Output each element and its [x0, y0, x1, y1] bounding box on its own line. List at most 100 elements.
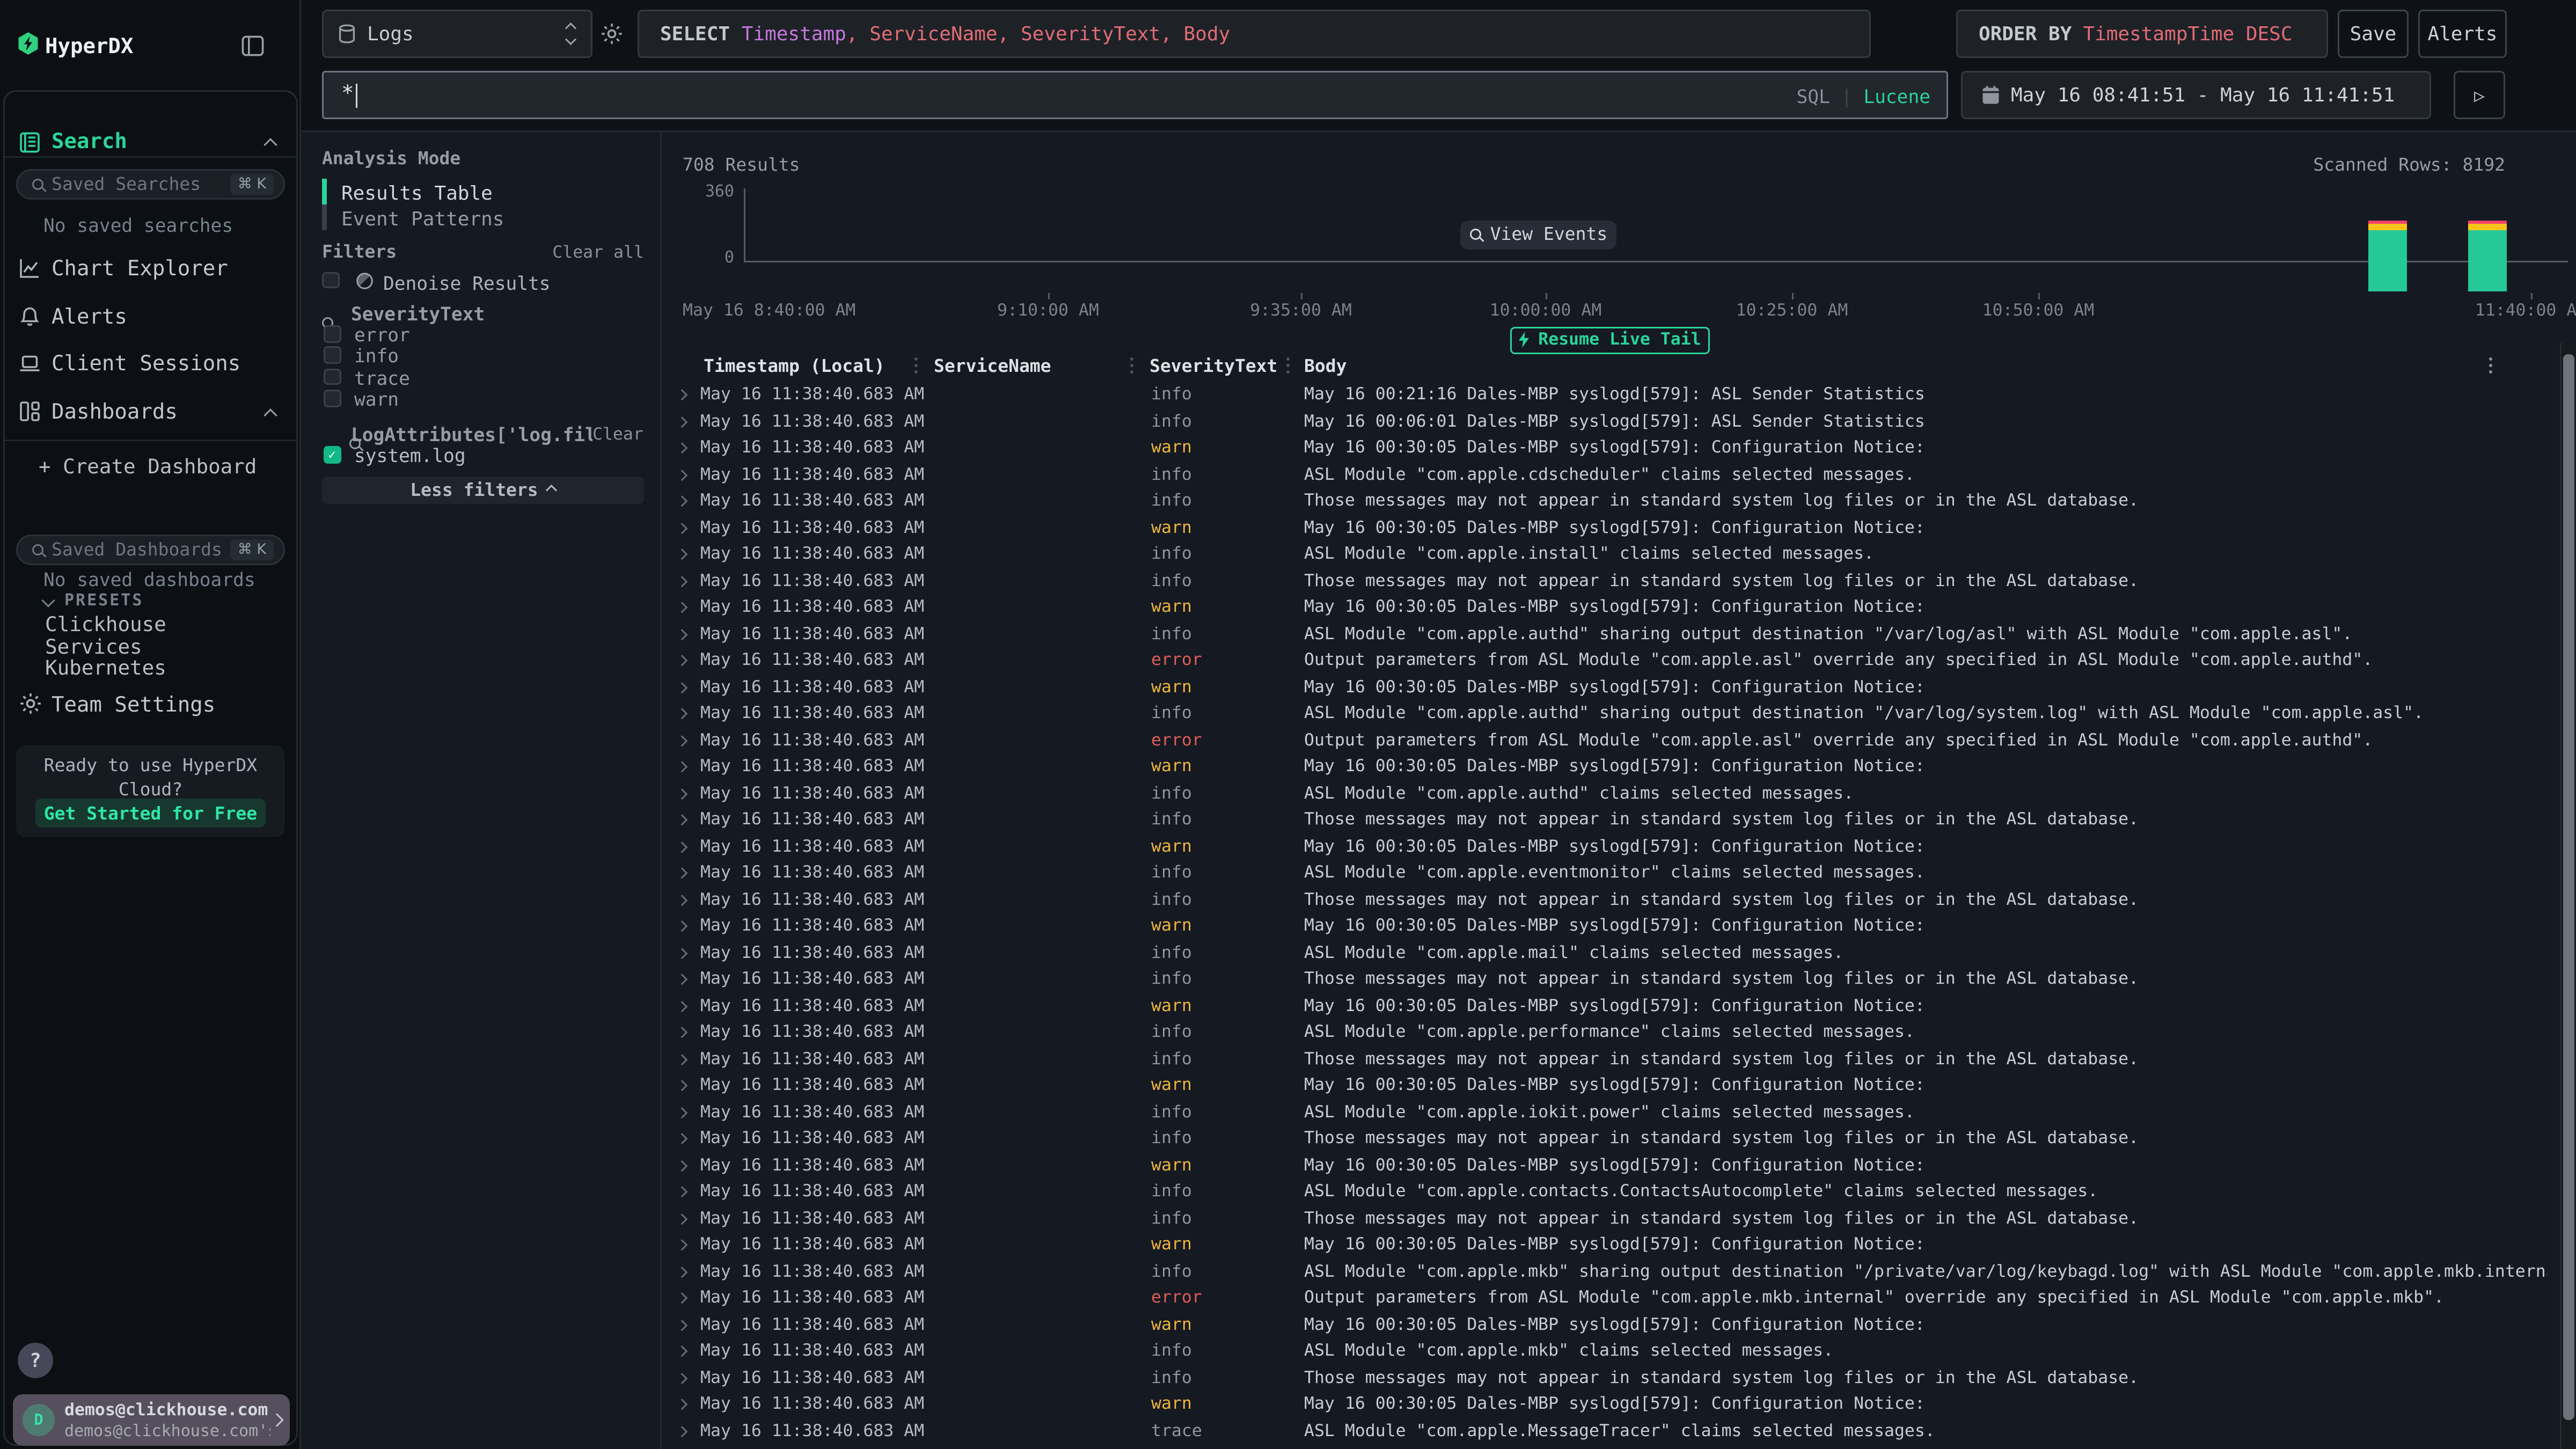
row-expand-chevron-icon[interactable]: [676, 1320, 686, 1330]
table-row[interactable]: May 16 11:38:40.683 AMwarnMay 16 00:30:0…: [660, 1152, 2560, 1179]
row-expand-chevron-icon[interactable]: [676, 1187, 686, 1197]
help-button[interactable]: ?: [18, 1343, 53, 1378]
table-row[interactable]: May 16 11:38:40.683 AMinfoThose messages…: [660, 966, 2560, 993]
row-expand-chevron-icon[interactable]: [676, 1107, 686, 1117]
create-dashboard-button[interactable]: + Create Dashboard: [39, 453, 257, 478]
row-expand-chevron-icon[interactable]: [676, 549, 686, 559]
presets-header[interactable]: PRESETS: [64, 592, 143, 610]
checkbox[interactable]: [324, 347, 341, 364]
row-expand-chevron-icon[interactable]: [676, 841, 686, 852]
source-select[interactable]: Logs: [322, 10, 592, 58]
table-row[interactable]: May 16 11:38:40.683 AMinfoASL Module "co…: [660, 1179, 2560, 1205]
table-row[interactable]: May 16 11:38:40.683 AMinfoThose messages…: [660, 488, 2560, 515]
filter-option[interactable]: trace: [322, 367, 644, 388]
get-started-button[interactable]: Get Started for Free: [35, 799, 266, 828]
row-expand-chevron-icon[interactable]: [676, 655, 686, 665]
filter-option[interactable]: ✓system.log: [322, 444, 644, 466]
column-header-body[interactable]: Body: [1304, 356, 1347, 377]
row-expand-chevron-icon[interactable]: [676, 470, 686, 480]
row-expand-chevron-icon[interactable]: [676, 1213, 686, 1224]
row-expand-chevron-icon[interactable]: [676, 390, 686, 400]
table-row[interactable]: May 16 11:38:40.683 AMinfoASL Module "co…: [660, 1338, 2560, 1365]
order-by-input[interactable]: ORDER BY TimestampTime DESC: [1956, 10, 2328, 58]
row-expand-chevron-icon[interactable]: [676, 735, 686, 745]
chart-bar-error[interactable]: [2468, 220, 2507, 223]
resume-live-tail-button[interactable]: Resume Live Tail: [1510, 326, 1710, 355]
chart-bar-warn[interactable]: [2468, 223, 2507, 230]
column-handle-icon[interactable]: [1286, 357, 1290, 361]
preset-item[interactable]: Services: [45, 635, 166, 657]
language-lucene[interactable]: Lucene: [1863, 85, 1930, 108]
language-toggle[interactable]: SQL | Lucene: [1797, 85, 1930, 108]
table-row[interactable]: May 16 11:38:40.683 AMinfoThose messages…: [660, 1205, 2560, 1232]
table-row[interactable]: May 16 11:38:40.683 AMinfoMay 16 00:21:1…: [660, 382, 2560, 408]
table-row[interactable]: May 16 11:38:40.683 AMinfoMay 16 00:06:0…: [660, 408, 2560, 435]
row-expand-chevron-icon[interactable]: [676, 1133, 686, 1144]
scrollbar-thumb[interactable]: [2563, 354, 2574, 1420]
table-row[interactable]: May 16 11:38:40.683 AMinfoASL Module "co…: [660, 860, 2560, 887]
table-row[interactable]: May 16 11:38:40.683 AMwarnMay 16 00:30:0…: [660, 674, 2560, 701]
row-expand-chevron-icon[interactable]: [676, 1373, 686, 1383]
table-row[interactable]: May 16 11:38:40.683 AMwarnMay 16 00:30:0…: [660, 1391, 2560, 1418]
row-expand-chevron-icon[interactable]: [676, 868, 686, 878]
row-expand-chevron-icon[interactable]: [676, 948, 686, 958]
table-row[interactable]: May 16 11:38:40.683 AMwarnMay 16 00:30:0…: [660, 993, 2560, 1020]
alerts-button[interactable]: Alerts: [2418, 10, 2507, 58]
row-expand-chevron-icon[interactable]: [676, 682, 686, 692]
save-button[interactable]: Save: [2338, 10, 2409, 58]
filter-option[interactable]: error: [322, 324, 644, 345]
clear-all-button[interactable]: Clear all: [483, 243, 644, 262]
sidebar-collapse-button[interactable]: [241, 35, 264, 56]
sidebar-item-search[interactable]: Search: [52, 130, 127, 155]
table-row[interactable]: May 16 11:38:40.683 AMwarnMay 16 00:30:0…: [660, 1072, 2560, 1099]
table-row[interactable]: May 16 11:38:40.683 AMinfoASL Module "co…: [660, 1258, 2560, 1285]
column-header-servicename[interactable]: ServiceName: [934, 356, 1051, 377]
column-header-timestamp[interactable]: Timestamp (Local): [704, 356, 885, 377]
preset-item[interactable]: Clickhouse: [45, 613, 166, 635]
row-expand-chevron-icon[interactable]: [676, 1054, 686, 1064]
sidebar-item-dashboards[interactable]: Dashboards: [52, 401, 178, 425]
table-row[interactable]: May 16 11:38:40.683 AMwarnMay 16 00:30:0…: [660, 1312, 2560, 1338]
search-query-input[interactable]: * SQL | Lucene: [322, 71, 1948, 119]
table-row[interactable]: May 16 11:38:40.683 AMinfoASL Module "co…: [660, 700, 2560, 727]
view-events-button[interactable]: View Events: [1460, 221, 1616, 249]
filter-option[interactable]: info: [322, 345, 644, 367]
row-expand-chevron-icon[interactable]: [676, 629, 686, 639]
column-header-severitytext[interactable]: SeverityText: [1150, 356, 1277, 377]
chart-bar-warn[interactable]: [2368, 223, 2407, 230]
table-row[interactable]: May 16 11:38:40.683 AMinfoThose messages…: [660, 1125, 2560, 1152]
table-row[interactable]: May 16 11:38:40.683 AMwarnMay 16 00:30:0…: [660, 515, 2560, 541]
table-row[interactable]: May 16 11:38:40.683 AMtraceASL Module "c…: [660, 1418, 2560, 1445]
row-expand-chevron-icon[interactable]: [676, 576, 686, 586]
sidebar-item-chart-explorer[interactable]: Chart Explorer: [52, 257, 228, 281]
table-row[interactable]: May 16 11:38:40.683 AMinfoASL Module "co…: [660, 780, 2560, 807]
row-expand-chevron-icon[interactable]: [676, 1160, 686, 1170]
preset-item[interactable]: Kubernetes: [45, 657, 166, 679]
table-row[interactable]: May 16 11:38:40.683 AMerrorOutput parame…: [660, 647, 2560, 674]
row-expand-chevron-icon[interactable]: [676, 788, 686, 799]
table-row[interactable]: May 16 11:38:40.683 AMinfoASL Module "co…: [660, 541, 2560, 568]
row-expand-chevron-icon[interactable]: [676, 1001, 686, 1011]
table-row[interactable]: May 16 11:38:40.683 AMwarnMay 16 00:30:0…: [660, 1232, 2560, 1258]
table-row[interactable]: May 16 11:38:40.683 AMinfoThose messages…: [660, 568, 2560, 595]
select-query-input[interactable]: SELECT Timestamp, ServiceName, SeverityT…: [638, 10, 1871, 58]
table-row[interactable]: May 16 11:38:40.683 AMinfoASL Module "co…: [660, 1099, 2560, 1126]
table-row[interactable]: May 16 11:38:40.683 AMinfoThose messages…: [660, 1365, 2560, 1392]
chart-bar-info[interactable]: [2468, 230, 2507, 290]
date-range-picker[interactable]: May 16 08:41:51 - May 16 11:41:51: [1961, 71, 2431, 119]
sidebar-item-team-settings[interactable]: Team Settings: [52, 693, 215, 718]
saved-searches-input[interactable]: Saved Searches ⌘ K: [16, 169, 285, 200]
row-expand-chevron-icon[interactable]: [676, 1080, 686, 1091]
table-row[interactable]: May 16 11:38:40.683 AMinfoThose messages…: [660, 807, 2560, 833]
table-row[interactable]: May 16 11:38:40.683 AMinfoASL Module "co…: [660, 1019, 2560, 1046]
logattributes-filter-header[interactable]: LogAttributes['log.file.nam: [351, 423, 592, 445]
language-sql[interactable]: SQL: [1797, 85, 1830, 108]
row-expand-chevron-icon[interactable]: [676, 416, 686, 427]
table-row[interactable]: May 16 11:38:40.683 AMerrorOutput parame…: [660, 727, 2560, 754]
row-expand-chevron-icon[interactable]: [676, 1399, 686, 1409]
row-expand-chevron-icon[interactable]: [676, 1346, 686, 1356]
row-expand-chevron-icon[interactable]: [676, 895, 686, 905]
table-row[interactable]: May 16 11:38:40.683 AMerrorOutput parame…: [660, 1285, 2560, 1312]
chart-bar-error[interactable]: [2368, 220, 2407, 223]
table-row[interactable]: May 16 11:38:40.683 AMwarnMay 16 00:30:0…: [660, 753, 2560, 780]
